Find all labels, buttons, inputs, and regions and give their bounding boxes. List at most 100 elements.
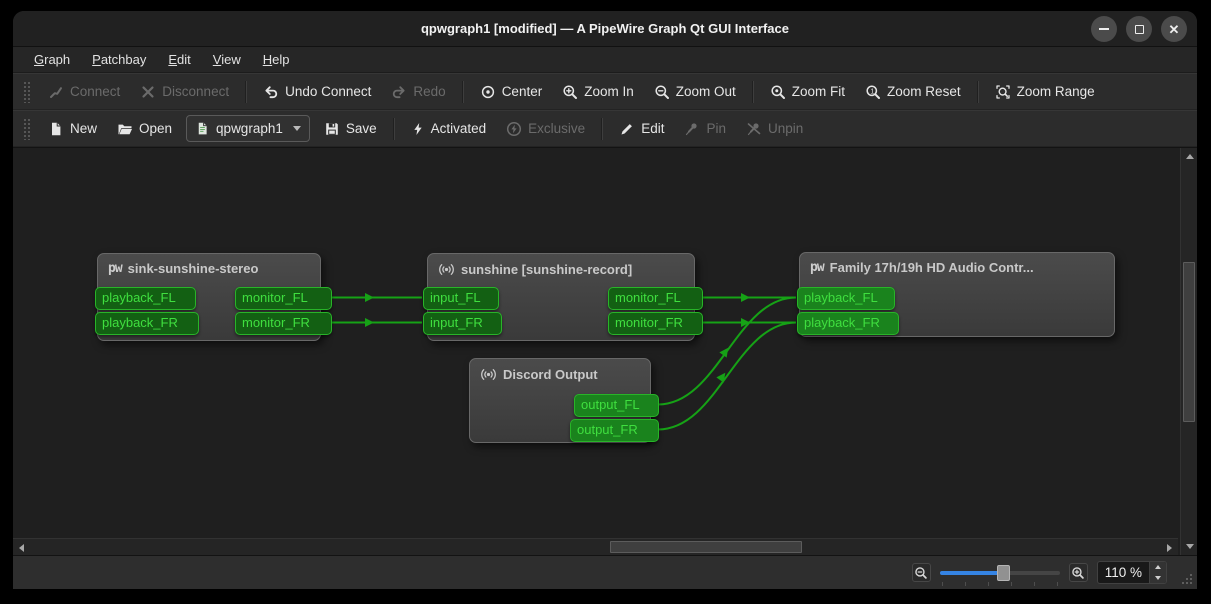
toolbar-drag-handle[interactable] [23,118,30,140]
statusbar-zoom-in-button[interactable] [1069,563,1088,582]
zoom-slider-handle[interactable] [997,565,1010,581]
open-button[interactable]: Open [107,115,182,142]
center-button[interactable]: Center [470,78,553,105]
pin-button[interactable]: Pin [674,115,736,142]
scroll-right-button[interactable] [1162,540,1177,555]
statusbar: 110 % [13,556,1197,589]
edit-pencil-icon [619,121,635,137]
app-window: qpwgraph1 [modified] — A PipeWire Graph … [13,11,1197,589]
node-title: Discord Output [503,367,598,382]
node-discord-output[interactable]: Discord Output output_FL output_FR [469,358,651,443]
redo-button[interactable]: Redo [381,78,455,105]
edit-button[interactable]: Edit [609,115,674,142]
toolbar-separator [245,81,247,103]
arrow-down-icon [1186,544,1194,549]
zoom-in-button[interactable]: Zoom In [552,78,644,105]
port-input_FL[interactable]: input_FL [423,287,499,310]
patchbay-name: qpwgraph1 [216,121,283,136]
vertical-scroll-handle[interactable] [1183,262,1195,422]
graph-canvas[interactable]: pw sink-sunshine-stereo playback_FL play… [13,147,1197,556]
menu-view[interactable]: View [204,49,250,70]
port-output_FR[interactable]: output_FR [570,419,659,442]
menu-graph[interactable]: Graph [25,49,79,70]
window-controls: ✕ [1091,16,1187,42]
scroll-up-button[interactable] [1182,149,1197,164]
zoom-fit-button[interactable]: Zoom Fit [760,78,855,105]
chevron-down-icon [293,126,301,131]
connect-icon [48,84,64,100]
redo-icon [391,84,407,100]
port-playback_FR[interactable]: playback_FR [95,312,199,335]
arrow-up-icon [1186,154,1194,159]
disconnect-button[interactable]: Disconnect [130,78,239,105]
arrow-left-icon [19,544,24,552]
pipewire-icon: pw [810,260,824,275]
menu-help[interactable]: Help [254,49,299,70]
vertical-scrollbar[interactable] [1180,148,1197,555]
node-title: sunshine [sunshine-record] [461,262,632,277]
save-icon [324,121,340,137]
connections-layer [13,148,1197,556]
toolbar-file: New Open qpwgraph1 Save Activated Exclus… [13,110,1197,147]
port-playback_FL[interactable]: playback_FL [797,287,895,310]
zoom-range-button[interactable]: Zoom Range [985,78,1105,105]
new-button[interactable]: New [38,115,107,142]
port-playback_FL[interactable]: playback_FL [95,287,196,310]
port-input_FR[interactable]: input_FR [423,312,502,335]
horizontal-scroll-handle[interactable] [610,541,802,553]
menu-patchbay[interactable]: Patchbay [83,49,155,70]
port-monitor_FR[interactable]: monitor_FR [235,312,332,335]
toolbar-separator [752,81,754,103]
zoom-spin-up-button[interactable] [1150,562,1166,573]
unpin-icon [746,121,762,137]
svg-text:1: 1 [870,88,874,95]
zoom-spin-down-button[interactable] [1150,573,1166,584]
toolbar-main: Connect Disconnect Undo Connect Redo Cen… [13,73,1197,110]
zoom-spinbox[interactable]: 110 % [1097,561,1167,584]
undo-connect-button[interactable]: Undo Connect [253,78,381,105]
node-sunshine[interactable]: sunshine [sunshine-record] input_FL inpu… [427,253,695,341]
zoom-slider[interactable] [940,563,1060,583]
maximize-button[interactable] [1126,16,1152,42]
node-sink-sunshine-stereo[interactable]: pw sink-sunshine-stereo playback_FL play… [97,253,321,341]
arrow-up-icon [1155,565,1161,569]
zoom-reset-button[interactable]: 1 Zoom Reset [855,78,971,105]
resize-grip[interactable] [1181,573,1194,586]
minimize-icon [1099,28,1109,30]
connect-button[interactable]: Connect [38,78,130,105]
scroll-down-button[interactable] [1182,539,1197,554]
arrow-down-icon [1155,576,1161,580]
titlebar[interactable]: qpwgraph1 [modified] — A PipeWire Graph … [13,11,1197,47]
patchbay-file-icon [195,121,210,136]
toolbar-separator [393,118,395,140]
zoom-reset-icon: 1 [865,84,881,100]
zoom-out-button[interactable]: Zoom Out [644,78,746,105]
toolbar-drag-handle[interactable] [23,81,30,103]
close-button[interactable]: ✕ [1161,16,1187,42]
node-family-hd-audio[interactable]: pw Family 17h/19h HD Audio Contr... play… [799,252,1115,337]
patchbay-select[interactable]: qpwgraph1 [186,115,310,142]
horizontal-scrollbar[interactable] [13,538,1178,555]
minimize-button[interactable] [1091,16,1117,42]
center-icon [480,84,496,100]
toolbar-separator [462,81,464,103]
pin-icon [684,121,700,137]
disconnect-icon [140,84,156,100]
exclusive-button[interactable]: Exclusive [496,115,595,142]
port-monitor_FL[interactable]: monitor_FL [235,287,332,310]
stream-icon [480,366,497,383]
port-monitor_FL[interactable]: monitor_FL [608,287,703,310]
zoom-out-icon [654,84,670,100]
port-playback_FR[interactable]: playback_FR [797,312,899,335]
unpin-button[interactable]: Unpin [736,115,813,142]
zoom-value[interactable]: 110 % [1098,565,1149,580]
menu-edit[interactable]: Edit [159,49,199,70]
statusbar-zoom-out-button[interactable] [912,563,931,582]
open-folder-icon [117,121,133,137]
save-button[interactable]: Save [314,115,387,142]
port-monitor_FR[interactable]: monitor_FR [608,312,703,335]
activated-button[interactable]: Activated [401,115,497,142]
port-output_FL[interactable]: output_FL [574,394,659,417]
scroll-left-button[interactable] [14,540,29,555]
zoom-range-icon [995,84,1011,100]
